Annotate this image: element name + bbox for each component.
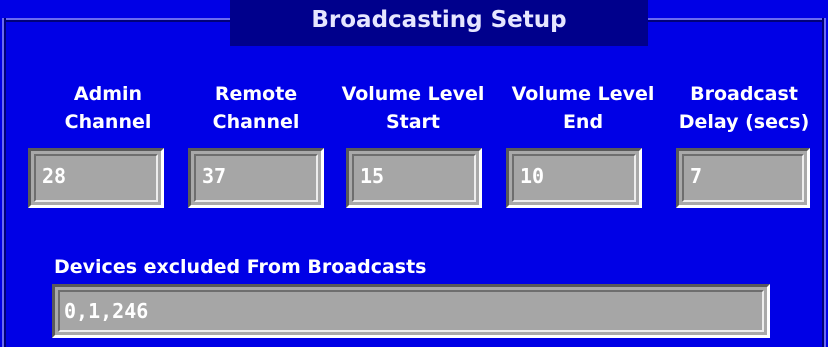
broadcast-delay-value[interactable]: 7 (682, 154, 804, 202)
excluded-devices-value[interactable]: 0,1,246 (58, 290, 764, 332)
admin-channel-value[interactable]: 28 (34, 154, 158, 202)
volume-level-end-value[interactable]: 10 (512, 154, 636, 202)
volume-level-start-value[interactable]: 15 (352, 154, 476, 202)
excluded-devices-field[interactable]: 0,1,246 (52, 284, 770, 338)
broadcast-delay-field[interactable]: 7 (676, 148, 810, 208)
frame-left (2, 18, 6, 347)
admin-channel-label: Admin Channel (64, 83, 152, 133)
volume-level-start-label: Volume Level Start (341, 83, 485, 133)
frame-right (822, 18, 826, 347)
remote-channel-label: Remote Channel (212, 83, 300, 133)
volume-level-end-label: Volume Level End (511, 83, 655, 133)
remote-channel-value[interactable]: 37 (194, 154, 318, 202)
admin-channel-field[interactable]: 28 (28, 148, 164, 208)
broadcast-delay-label: Broadcast Delay (secs) (678, 83, 810, 133)
broadcasting-setup-panel: Broadcasting Setup Admin Channel 28 Remo… (0, 0, 828, 347)
frame-top-left (2, 18, 230, 22)
volume-level-end-field[interactable]: 10 (506, 148, 642, 208)
remote-channel-field[interactable]: 37 (188, 148, 324, 208)
frame-top-right (648, 18, 822, 22)
excluded-devices-label: Devices excluded From Broadcasts (54, 256, 427, 278)
panel-title: Broadcasting Setup (230, 0, 648, 46)
volume-level-start-field[interactable]: 15 (346, 148, 482, 208)
